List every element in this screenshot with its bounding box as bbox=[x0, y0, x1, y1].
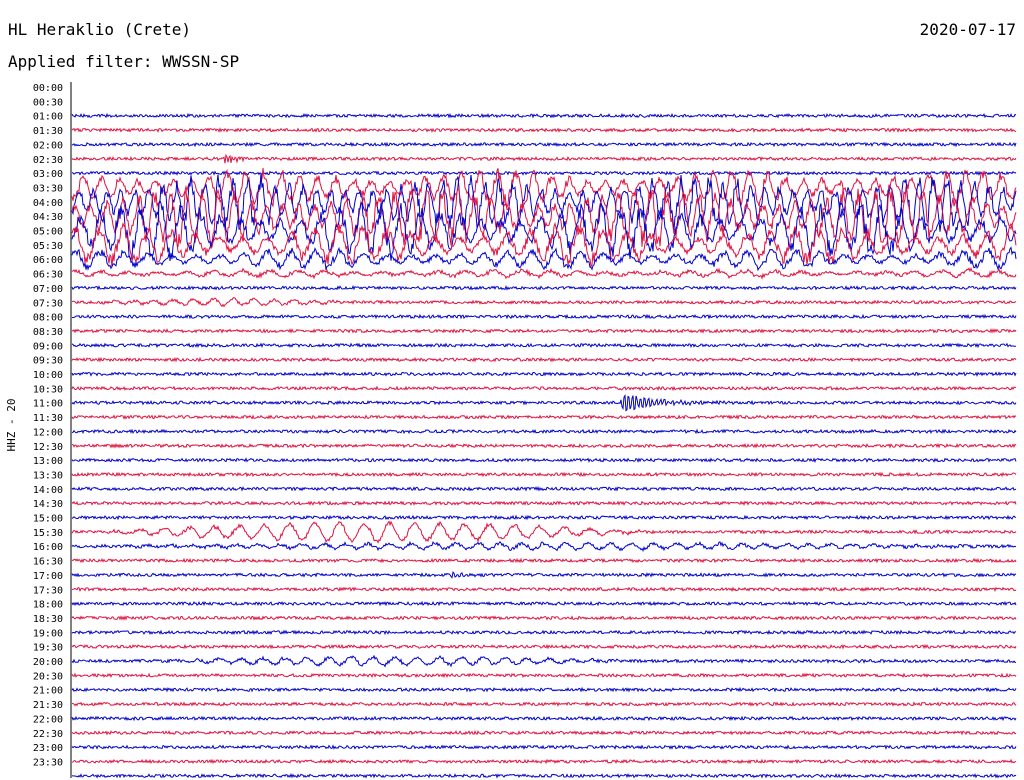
seismic-trace bbox=[71, 615, 1017, 621]
time-tick-label: 12:30 bbox=[33, 442, 63, 453]
time-tick-label: 02:30 bbox=[33, 155, 63, 166]
seismic-trace bbox=[71, 297, 1017, 308]
seismic-trace bbox=[71, 112, 1017, 119]
time-tick-label: 03:30 bbox=[33, 183, 63, 194]
seismic-trace bbox=[71, 758, 1017, 765]
seismic-trace bbox=[71, 153, 1017, 164]
seismic-trace bbox=[71, 371, 1017, 377]
time-tick-label: 07:30 bbox=[33, 298, 63, 309]
time-tick-label: 17:00 bbox=[33, 571, 63, 582]
seismic-trace bbox=[71, 442, 1017, 449]
seismic-trace bbox=[71, 471, 1017, 478]
seismic-trace bbox=[71, 571, 1017, 579]
seismic-trace bbox=[71, 586, 1017, 593]
helicorder-plot: HHZ - 20 00:00 00:30 01:00 01:30 02:00 02:30 0… bbox=[5, 82, 1017, 779]
seismic-trace bbox=[71, 385, 1017, 392]
time-tick-label: 11:30 bbox=[33, 413, 63, 424]
seismic-trace bbox=[71, 414, 1017, 420]
time-tick-label: 20:30 bbox=[33, 671, 63, 682]
seismic-trace bbox=[71, 729, 1017, 736]
seismic-trace bbox=[71, 394, 1017, 412]
time-tick-label: 02:00 bbox=[33, 140, 63, 151]
time-tick-label: 08:00 bbox=[33, 313, 63, 324]
seismic-trace bbox=[71, 772, 1017, 779]
time-tick-label: 14:00 bbox=[33, 485, 63, 496]
time-tick-label: 11:00 bbox=[33, 399, 63, 410]
time-tick-label: 08:30 bbox=[33, 327, 63, 338]
time-tick-label: 06:30 bbox=[33, 270, 63, 281]
time-tick-label: 09:00 bbox=[33, 341, 63, 352]
seismic-trace bbox=[71, 672, 1017, 679]
time-tick-label: 21:00 bbox=[33, 686, 63, 697]
time-tick-label: 14:30 bbox=[33, 499, 63, 510]
seismic-trace bbox=[71, 629, 1017, 636]
channel-label: HHZ - 20 bbox=[5, 399, 18, 452]
seismic-trace bbox=[71, 342, 1016, 349]
seismic-trace bbox=[71, 643, 1017, 650]
time-tick-label: 13:30 bbox=[33, 470, 63, 481]
seismic-trace bbox=[71, 356, 1017, 363]
time-tick-label: 16:30 bbox=[33, 557, 63, 568]
seismic-trace bbox=[71, 654, 1017, 668]
seismic-trace bbox=[71, 520, 1017, 544]
seismic-trace bbox=[71, 686, 1017, 693]
seismic-trace bbox=[71, 486, 1017, 492]
time-tick-label: 12:00 bbox=[33, 427, 63, 438]
time-tick-label: 09:30 bbox=[33, 356, 63, 367]
time-tick-label: 16:00 bbox=[33, 542, 63, 553]
time-tick-label: 06:00 bbox=[33, 255, 63, 266]
time-tick-label: 15:30 bbox=[33, 528, 63, 539]
time-tick-label: 10:30 bbox=[33, 384, 63, 395]
time-tick-label: 05:30 bbox=[33, 241, 63, 252]
seismic-trace bbox=[71, 701, 1017, 707]
time-tick-label: 00:00 bbox=[33, 83, 63, 94]
seismic-trace bbox=[71, 540, 1017, 553]
time-tick-label: 18:30 bbox=[33, 614, 63, 625]
time-tick-label: 20:00 bbox=[33, 657, 63, 668]
seismic-trace bbox=[71, 715, 1017, 722]
seismic-trace bbox=[71, 600, 1017, 607]
time-tick-label: 23:30 bbox=[33, 757, 63, 768]
time-tick-label: 10:00 bbox=[33, 370, 63, 381]
time-tick-label: 17:30 bbox=[33, 585, 63, 596]
time-tick-label: 21:30 bbox=[33, 700, 63, 711]
seismic-trace bbox=[71, 170, 1017, 176]
seismic-trace bbox=[71, 141, 1017, 148]
time-tick-label: 18:00 bbox=[33, 600, 63, 611]
time-tick-label: 01:00 bbox=[33, 112, 63, 123]
time-tick-label: 00:30 bbox=[33, 97, 63, 108]
time-tick-label: 04:00 bbox=[33, 198, 63, 209]
seismic-trace bbox=[71, 744, 1017, 750]
seismic-trace bbox=[71, 328, 1017, 334]
seismic-trace bbox=[71, 457, 1017, 463]
seismic-trace bbox=[71, 127, 1017, 133]
time-tick-label: 15:00 bbox=[33, 514, 63, 525]
time-tick-label: 04:30 bbox=[33, 212, 63, 223]
time-tick-label: 13:00 bbox=[33, 456, 63, 467]
time-tick-label: 22:00 bbox=[33, 714, 63, 725]
time-tick-label: 05:00 bbox=[33, 227, 63, 238]
seismic-trace bbox=[71, 514, 1016, 521]
time-tick-label: 23:00 bbox=[33, 743, 63, 754]
time-tick-label: 03:00 bbox=[33, 169, 63, 180]
seismic-trace bbox=[71, 500, 1017, 506]
time-tick-label: 19:30 bbox=[33, 643, 63, 654]
time-tick-label: 19:00 bbox=[33, 628, 63, 639]
time-tick-label: 01:30 bbox=[33, 126, 63, 137]
time-tick-label: 07:00 bbox=[33, 284, 63, 295]
seismic-trace bbox=[71, 284, 1017, 291]
seismic-trace bbox=[71, 557, 1017, 564]
seismic-trace bbox=[71, 313, 1017, 320]
time-tick-label: 22:30 bbox=[33, 729, 63, 740]
seismic-trace bbox=[71, 428, 1017, 435]
